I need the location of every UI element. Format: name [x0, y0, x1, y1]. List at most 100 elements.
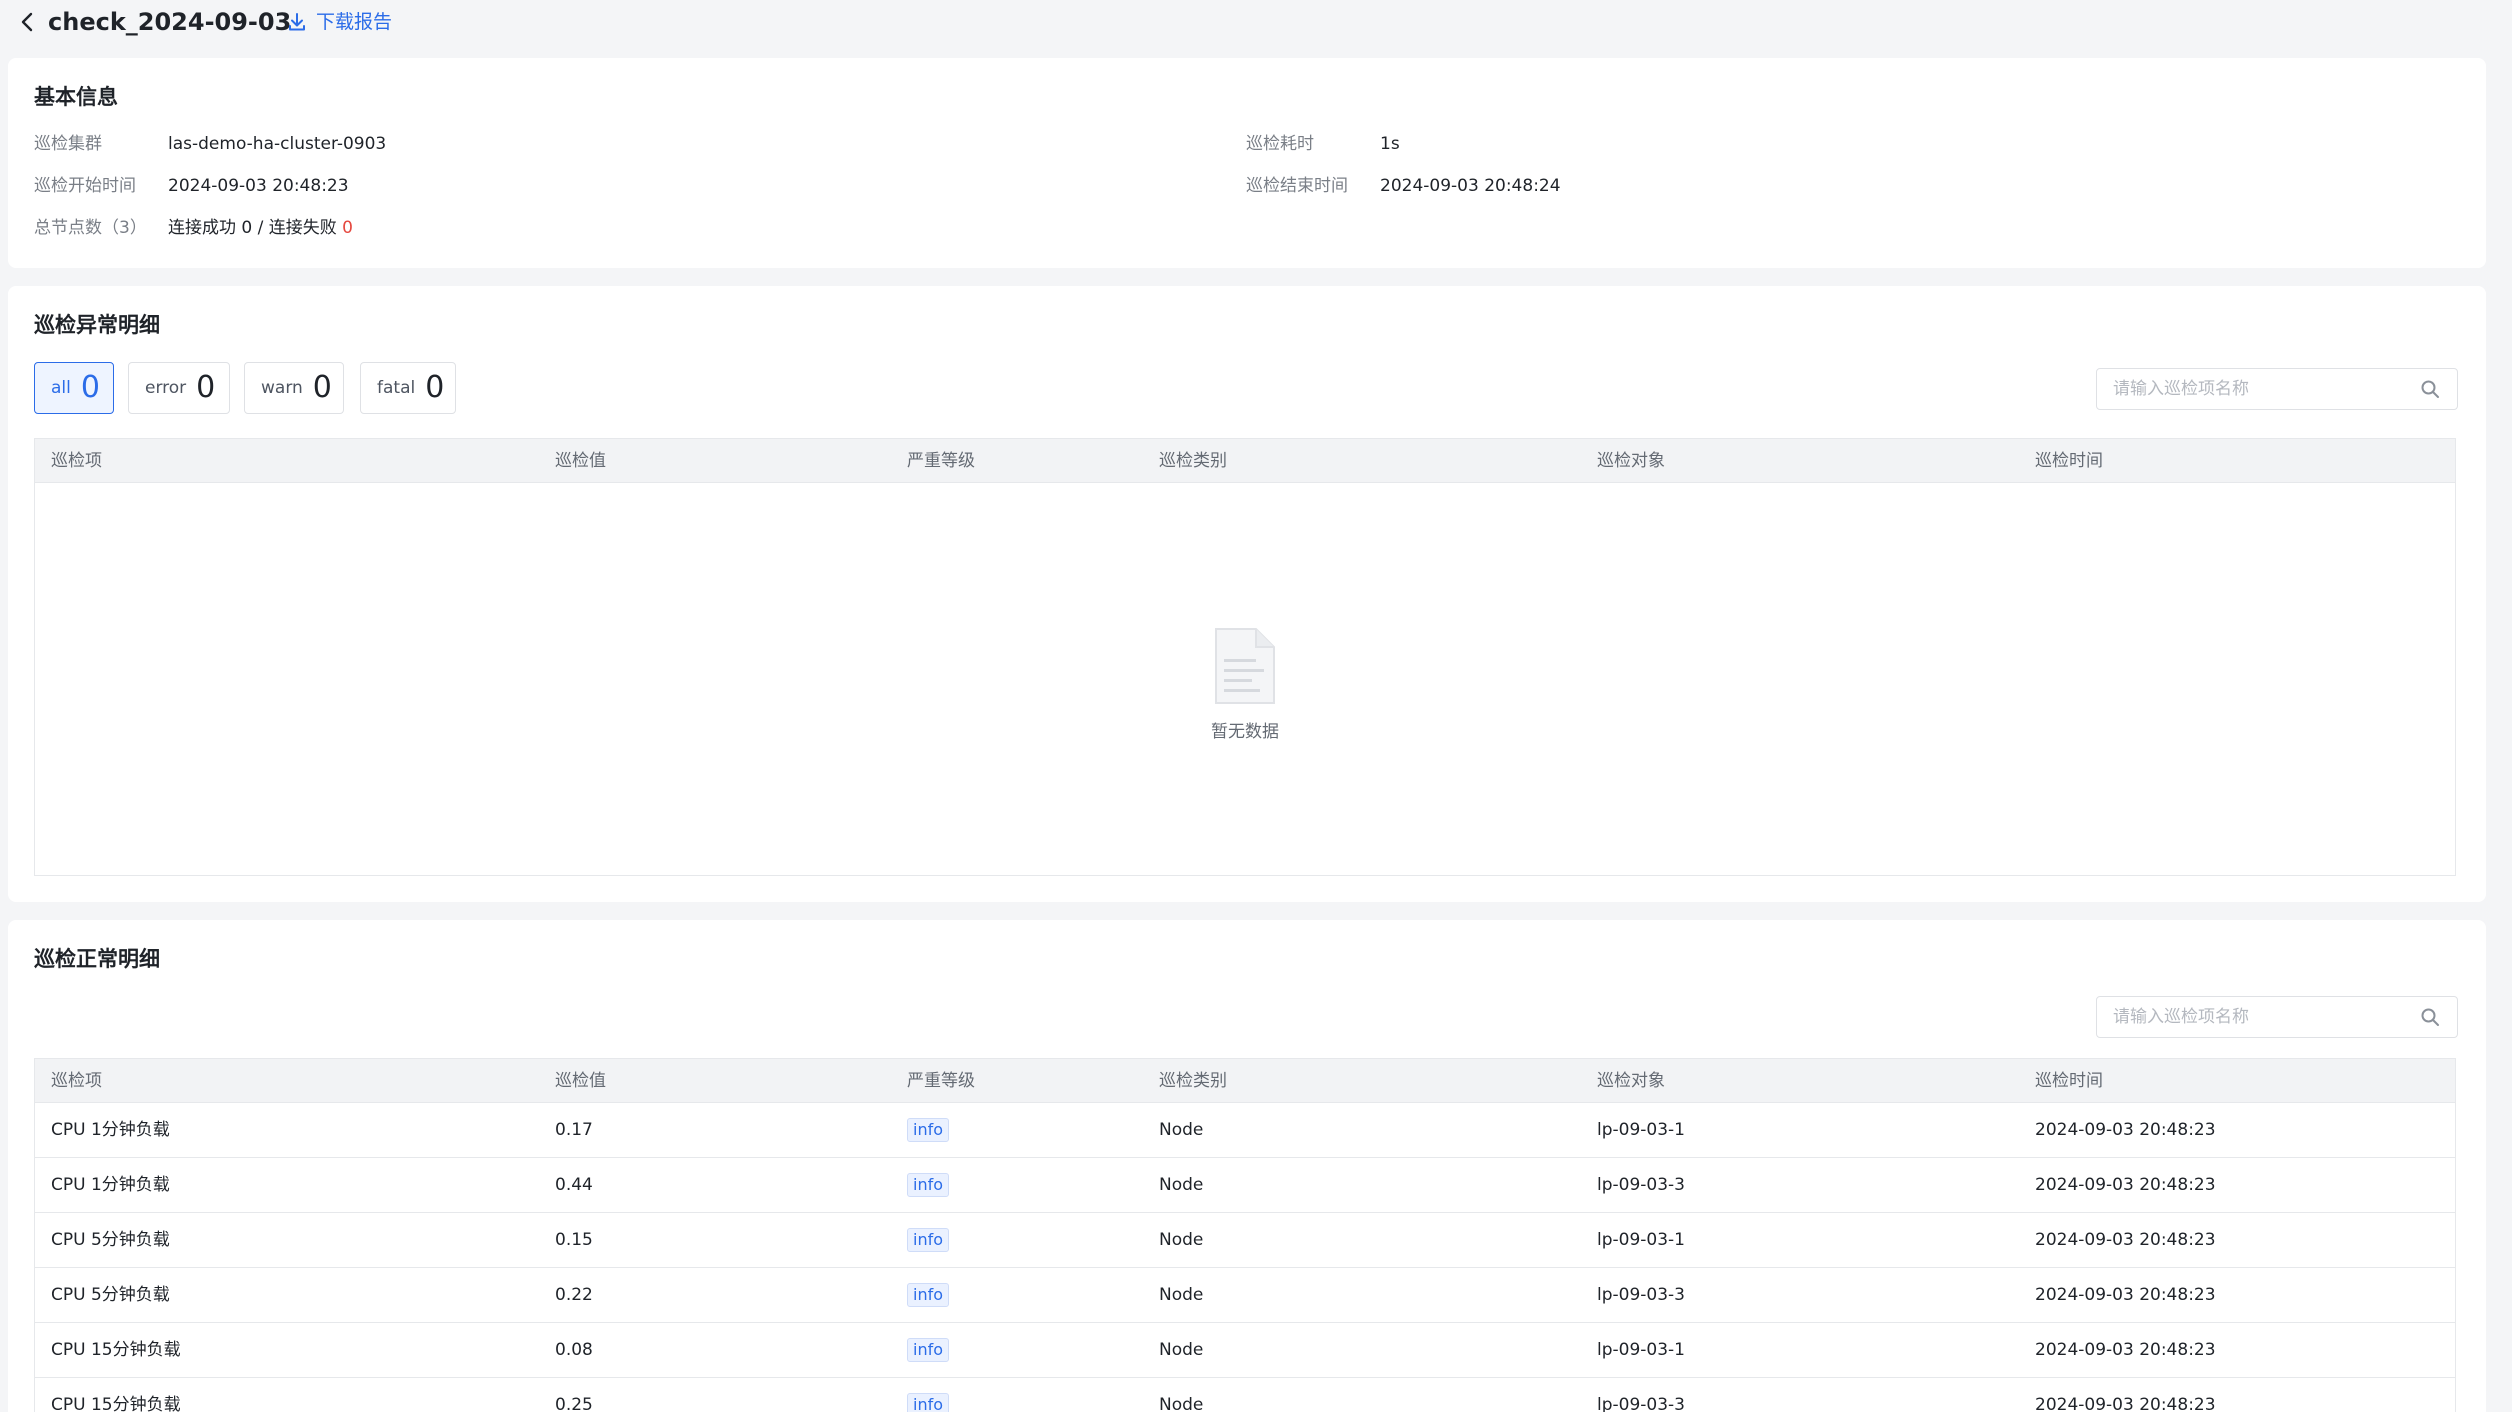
normal-table-header: 巡检项 巡检值 严重等级 巡检类别 巡检对象 巡检时间	[35, 1059, 2455, 1103]
cell-item: CPU 15分钟负载	[51, 1395, 181, 1412]
nodes-label: 总节点数（3）	[34, 218, 147, 238]
cell-level: info	[907, 1158, 950, 1213]
level-badge: info	[907, 1338, 950, 1362]
table-row: CPU 5分钟负载 0.15 info Node lp-09-03-1 2024…	[35, 1213, 2455, 1268]
filter-tab-warn[interactable]: warn 0	[244, 362, 344, 414]
abnormal-table-header: 巡检项 巡检值 严重等级 巡检类别 巡检对象 巡检时间	[35, 439, 2455, 483]
column-header-value: 巡检值	[555, 451, 606, 471]
cell-target: lp-09-03-3	[1597, 1395, 1685, 1412]
cell-value: 0.08	[555, 1340, 593, 1360]
column-header-value: 巡检值	[555, 1071, 606, 1091]
cell-category: Node	[1159, 1340, 1204, 1360]
cell-item: CPU 5分钟负载	[51, 1285, 170, 1305]
filter-tab-fatal-label: fatal	[377, 378, 416, 398]
cell-level: info	[907, 1378, 950, 1412]
abnormal-table: 巡检项 巡检值 严重等级 巡检类别 巡检对象 巡检时间 暂无数据	[34, 438, 2456, 876]
back-arrow-icon[interactable]	[16, 10, 40, 34]
normal-details-title: 巡检正常明细	[34, 947, 160, 971]
filter-tab-error-count: 0	[196, 370, 216, 405]
cell-level: info	[907, 1103, 950, 1158]
download-icon	[289, 13, 305, 31]
column-header-level: 严重等级	[907, 1071, 975, 1091]
filter-tab-warn-count: 0	[312, 370, 332, 405]
table-row: CPU 15分钟负载 0.25 info Node lp-09-03-3 202…	[35, 1378, 2455, 1412]
nodes-value: 连接成功 0 / 连接失败 0	[168, 216, 353, 240]
filter-tab-all-count: 0	[80, 370, 100, 405]
cell-category: Node	[1159, 1285, 1204, 1305]
cell-value: 0.44	[555, 1175, 593, 1195]
start-time-value: 2024-09-03 20:48:23	[168, 176, 349, 196]
empty-text: 暂无数据	[1211, 722, 1279, 742]
search-icon[interactable]	[2419, 378, 2441, 400]
cell-time: 2024-09-03 20:48:23	[2035, 1395, 2216, 1412]
filter-tab-fatal[interactable]: fatal 0	[360, 362, 456, 414]
download-report-link[interactable]: 下载报告	[286, 8, 392, 36]
cell-value: 0.15	[555, 1230, 593, 1250]
basic-info-title: 基本信息	[34, 85, 118, 109]
cell-level: info	[907, 1268, 950, 1323]
cell-time: 2024-09-03 20:48:23	[2035, 1175, 2216, 1195]
basic-info-card: 基本信息 巡检集群 las-demo-ha-cluster-0903 巡检耗时 …	[8, 58, 2486, 268]
filter-tab-error[interactable]: error 0	[128, 362, 230, 414]
cell-level: info	[907, 1323, 950, 1378]
cell-target: lp-09-03-1	[1597, 1340, 1685, 1360]
cell-value: 0.17	[555, 1120, 593, 1140]
level-badge: info	[907, 1228, 950, 1252]
column-header-time: 巡检时间	[2035, 451, 2103, 471]
level-badge: info	[907, 1118, 950, 1142]
cell-target: lp-09-03-3	[1597, 1285, 1685, 1305]
table-row: CPU 1分钟负载 0.17 info Node lp-09-03-1 2024…	[35, 1103, 2455, 1158]
cell-time: 2024-09-03 20:48:23	[2035, 1230, 2216, 1250]
level-badge: info	[907, 1173, 950, 1197]
cell-target: lp-09-03-1	[1597, 1230, 1685, 1250]
empty-document-icon	[1215, 628, 1275, 704]
page-header: check_2024-09-03 下载报告	[0, 0, 2512, 46]
table-row: CPU 1分钟负载 0.44 info Node lp-09-03-3 2024…	[35, 1158, 2455, 1213]
filter-tab-warn-label: warn	[261, 378, 303, 398]
normal-details-card: 巡检正常明细 巡检项 巡检值 严重等级 巡检类别 巡检对象 巡检时间 CPU 1…	[8, 920, 2486, 1412]
end-time-label: 巡检结束时间	[1246, 176, 1348, 196]
column-header-category: 巡检类别	[1159, 451, 1227, 471]
download-report-label: 下载报告	[316, 11, 393, 33]
cell-category: Node	[1159, 1395, 1204, 1412]
table-row: CPU 15分钟负载 0.08 info Node lp-09-03-1 202…	[35, 1323, 2455, 1378]
page-title: check_2024-09-03	[48, 8, 292, 36]
level-badge: info	[907, 1393, 950, 1412]
start-time-label: 巡检开始时间	[34, 176, 136, 196]
column-header-time: 巡检时间	[2035, 1071, 2103, 1091]
duration-value: 1s	[1380, 134, 1400, 154]
cell-time: 2024-09-03 20:48:23	[2035, 1340, 2216, 1360]
filter-tab-fatal-count: 0	[425, 370, 445, 405]
cell-target: lp-09-03-3	[1597, 1175, 1685, 1195]
search-icon[interactable]	[2419, 1006, 2441, 1028]
cell-time: 2024-09-03 20:48:23	[2035, 1120, 2216, 1140]
normal-search-input[interactable]	[2113, 1007, 2419, 1027]
cluster-label: 巡检集群	[34, 134, 102, 154]
column-header-level: 严重等级	[907, 451, 975, 471]
normal-table: 巡检项 巡检值 严重等级 巡检类别 巡检对象 巡检时间 CPU 1分钟负载 0.…	[34, 1058, 2456, 1412]
duration-label: 巡检耗时	[1246, 134, 1314, 154]
nodes-fail-count: 0	[342, 218, 353, 238]
cell-item: CPU 5分钟负载	[51, 1230, 170, 1250]
column-header-target: 巡检对象	[1597, 451, 1665, 471]
abnormal-details-title: 巡检异常明细	[34, 313, 160, 337]
column-header-target: 巡检对象	[1597, 1071, 1665, 1091]
cell-item: CPU 1分钟负载	[51, 1175, 170, 1195]
normal-search-box[interactable]	[2096, 996, 2458, 1038]
abnormal-search-input[interactable]	[2113, 379, 2419, 399]
column-header-item: 巡检项	[51, 1071, 102, 1091]
filter-tab-all-label: all	[51, 378, 71, 398]
abnormal-search-box[interactable]	[2096, 368, 2458, 410]
empty-state: 暂无数据	[35, 483, 2455, 875]
cell-category: Node	[1159, 1230, 1204, 1250]
table-row: CPU 5分钟负载 0.22 info Node lp-09-03-3 2024…	[35, 1268, 2455, 1323]
filter-tab-all[interactable]: all 0	[34, 362, 114, 414]
cell-level: info	[907, 1213, 950, 1268]
cell-category: Node	[1159, 1175, 1204, 1195]
abnormal-details-card: 巡检异常明细 all 0 error 0 warn 0 fatal 0 巡检项 …	[8, 286, 2486, 902]
cluster-value: las-demo-ha-cluster-0903	[168, 134, 387, 154]
nodes-connection-text: 连接成功 0 / 连接失败	[168, 218, 343, 238]
cell-target: lp-09-03-1	[1597, 1120, 1685, 1140]
cell-value: 0.22	[555, 1285, 593, 1305]
filter-tab-error-label: error	[145, 378, 187, 398]
